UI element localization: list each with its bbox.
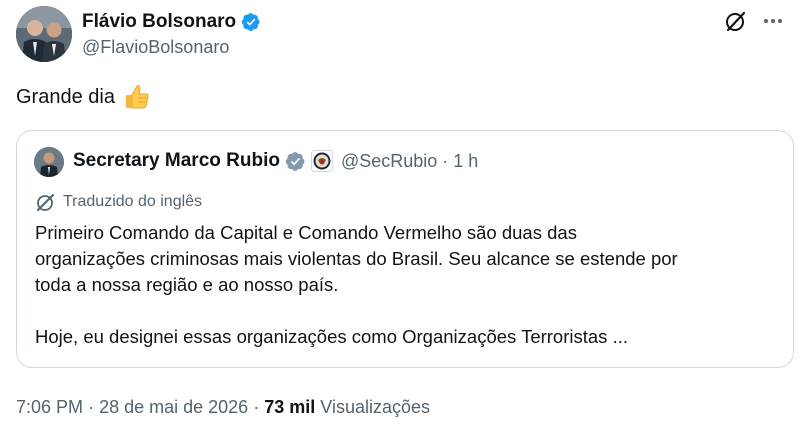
tweet-text: Grande dia [16,83,151,111]
views-count[interactable]: 73 mil [264,397,315,417]
header-actions [724,9,784,33]
separator-dot: · [442,150,449,171]
more-options-icon[interactable] [762,10,784,32]
tweet-meta: 7:06 PM · 28 de mai de 2026 · 73 mil Vis… [16,397,430,418]
quoted-tweet-card[interactable]: Secretary Marco Rubio @SecRubio · 1 h Tr… [16,130,794,368]
tweet-text-content: Grande dia [16,85,115,108]
quoted-name-row: Secretary Marco Rubio @SecRubio · 1 h [73,150,478,172]
views-label: Visualizações [320,397,431,417]
author-name-row: Flávio Bolsonaro [82,11,261,33]
author-handle[interactable]: @FlavioBolsonaro [82,37,229,58]
quoted-timestamp[interactable]: 1 h [453,151,478,172]
quoted-avatar[interactable] [34,147,64,177]
quoted-text-paragraph-2: Hoje, eu designei essas organizações com… [35,326,628,347]
quoted-text-line: toda a nossa região e ao nosso país. [35,274,339,295]
post-date[interactable]: 28 de mai de 2026 [99,397,248,417]
grok-icon[interactable] [724,9,748,33]
quoted-text-line: Primeiro Comando da Capital e Comando Ve… [35,222,577,243]
meta-dot: · [88,397,95,417]
post-time[interactable]: 7:06 PM [16,397,83,417]
translate-grok-icon [37,194,54,211]
tweet-header: Flávio Bolsonaro @FlavioBolsonaro [16,6,784,62]
translated-indicator: Traduzido do inglês [35,191,202,213]
quoted-text-line: organizações criminosas mais violentas d… [35,248,678,269]
quoted-text: Primeiro Comando da Capital e Comando Ve… [35,220,787,350]
quoted-avatar-image [34,147,64,177]
government-verified-badge-icon[interactable] [285,151,306,172]
author-display-name[interactable]: Flávio Bolsonaro [82,11,236,33]
avatar[interactable] [16,6,72,62]
quoted-display-name[interactable]: Secretary Marco Rubio [73,150,280,172]
verified-badge-icon[interactable] [241,12,261,32]
avatar-image [16,6,72,62]
quoted-handle[interactable]: @SecRubio [341,151,437,172]
translated-label: Traduzido do inglês [63,193,203,210]
thumbs-up-icon [125,85,149,109]
meta-dot: · [253,397,260,417]
state-department-seal-icon[interactable] [310,150,333,172]
